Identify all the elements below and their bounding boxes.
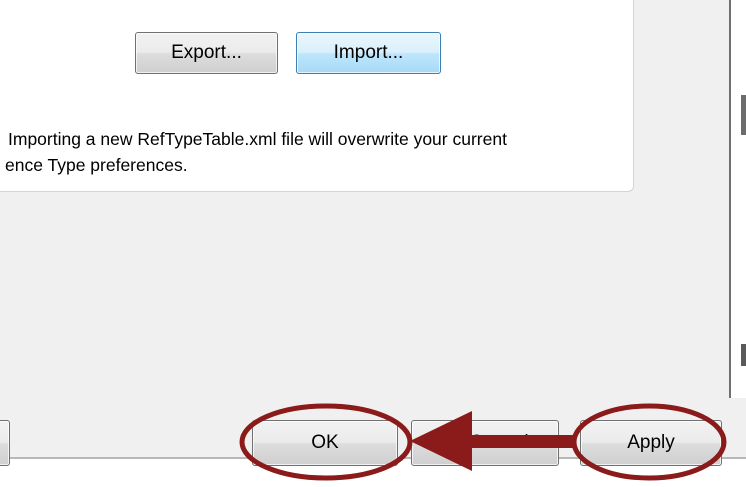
import-warning-text: Importing a new RefTypeTable.xml file wi… <box>5 126 658 178</box>
apply-button-label: Apply <box>627 432 675 453</box>
apply-button[interactable]: Apply <box>580 420 722 466</box>
background-window-edge-lower <box>741 344 746 366</box>
cancel-button[interactable]: Cancel <box>411 420 559 466</box>
ok-button-label: OK <box>311 432 339 453</box>
export-button[interactable]: Export... <box>135 32 278 74</box>
dialog-window: Export... Import... Importing a new RefT… <box>0 0 746 487</box>
window-frame-shade <box>731 0 746 398</box>
import-button-label: Import... <box>333 42 404 63</box>
background-window-edge <box>741 95 746 135</box>
export-button-label: Export... <box>171 42 242 63</box>
partial-left-button[interactable] <box>0 420 10 466</box>
import-warning-line-2: ence Type preferences. <box>5 155 188 175</box>
ok-button[interactable]: OK <box>252 420 398 466</box>
import-button[interactable]: Import... <box>296 32 441 74</box>
import-warning-line-1: Importing a new RefTypeTable.xml file wi… <box>8 129 507 149</box>
cancel-button-label: Cancel <box>469 432 529 453</box>
